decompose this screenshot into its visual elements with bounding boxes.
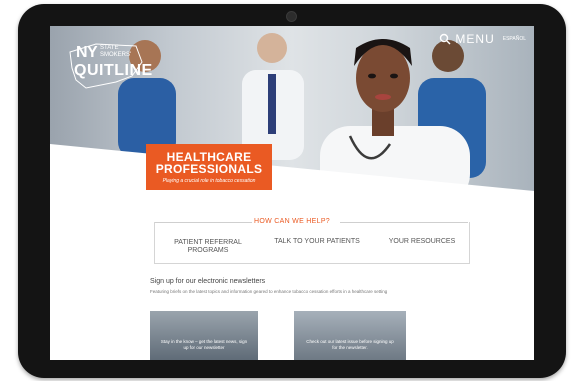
language-link[interactable]: ESPAÑOL <box>503 36 526 42</box>
card-latest-issue-text: Check out our latest issue before signin… <box>306 339 394 350</box>
card-signup-text: Stay in the know – get the latest news, … <box>160 339 248 350</box>
quitline-logo[interactable]: NY STATE SMOKERS' QUITLINE <box>66 42 152 92</box>
newsletter-title: Sign up for our electronic newsletters <box>150 278 266 285</box>
link-patient-referral[interactable]: PATIENT REFERRAL PROGRAMS <box>163 239 253 255</box>
link-your-resources[interactable]: YOUR RESOURCES <box>377 238 467 246</box>
logo-state-smokers: STATE SMOKERS' <box>100 45 132 58</box>
newsletter-card-latest-issue[interactable]: Check out our latest issue before signin… <box>294 311 406 360</box>
search-icon[interactable] <box>439 33 451 45</box>
newsletter-card-signup[interactable]: Stay in the know – get the latest news, … <box>150 311 258 360</box>
logo-ny: NY <box>76 44 98 61</box>
menu-button[interactable]: MENU <box>455 32 494 46</box>
tablet-screen: NY STATE SMOKERS' QUITLINE MENU ESPAÑOL … <box>50 26 534 360</box>
newsletter-description: Featuring briefs on the latest topics an… <box>150 289 388 294</box>
hero-title: HEALTHCARE PROFESSIONALS <box>155 150 263 176</box>
camera-dot <box>286 11 297 22</box>
person-center-left <box>242 33 304 160</box>
tablet-frame: NY STATE SMOKERS' QUITLINE MENU ESPAÑOL … <box>18 4 566 378</box>
hero-subtitle: Playing a crucial role in tobacco cessat… <box>162 178 256 184</box>
link-talk-to-patients[interactable]: TALK TO YOUR PATIENTS <box>262 238 372 246</box>
header-menu: MENU ESPAÑOL <box>439 32 526 46</box>
hero-banner: NY STATE SMOKERS' QUITLINE MENU ESPAÑOL … <box>50 26 534 204</box>
logo-quitline: QUITLINE <box>74 62 153 79</box>
hero-title-box: HEALTHCARE PROFESSIONALS Playing a cruci… <box>146 144 272 190</box>
help-links-box: PATIENT REFERRAL PROGRAMS TALK TO YOUR P… <box>154 222 470 264</box>
